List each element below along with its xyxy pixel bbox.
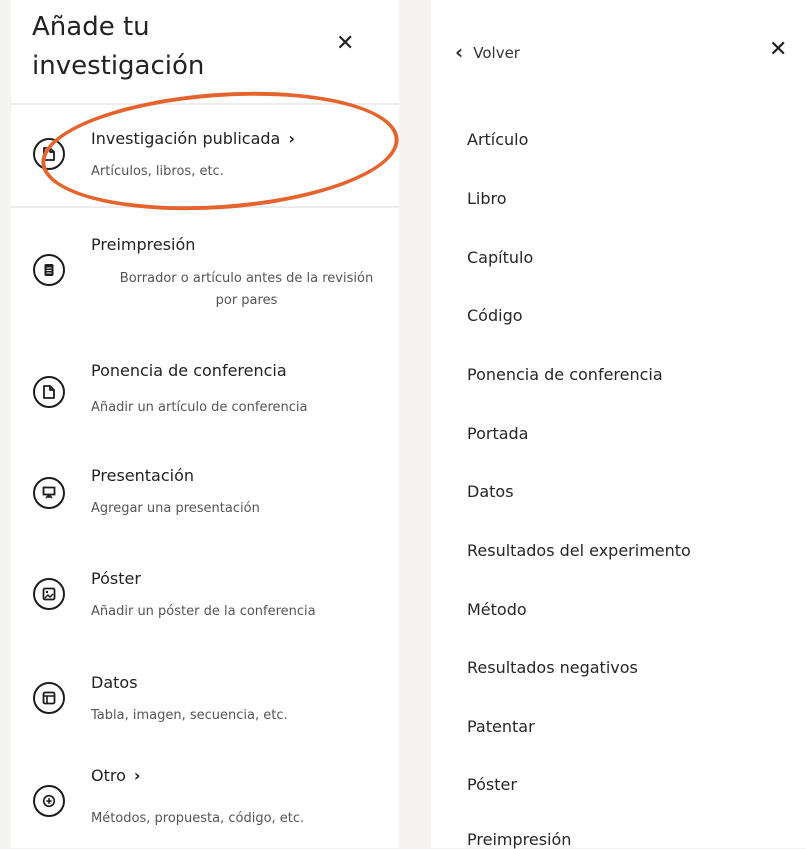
item-subtitle: Métodos, propuesta, código, etc.: [91, 811, 305, 826]
item-subtitle: Añadir un artículo de conferencia: [91, 400, 308, 415]
list-item-cover[interactable]: Portada: [467, 424, 528, 443]
item-preprint[interactable]: Preimpresión Borrador o artículo antes d…: [11, 232, 399, 318]
document-icon: [33, 138, 65, 170]
plus-circle-icon: [33, 785, 65, 817]
table-layout-icon: [33, 682, 65, 714]
item-poster[interactable]: Póster Añadir un póster de la conferenci…: [11, 568, 399, 638]
panel-title-line1: Añade tu: [32, 12, 150, 42]
item-subtitle: Agregar una presentación: [91, 501, 260, 516]
list-item-conference-paper[interactable]: Ponencia de conferencia: [467, 365, 663, 384]
chevron-right-icon: ›: [133, 766, 141, 785]
item-title: Presentación: [91, 466, 195, 485]
panel-title-line2: investigación: [32, 51, 205, 81]
clipboard-icon: [33, 254, 65, 286]
list-item-patent[interactable]: Patentar: [467, 717, 535, 736]
close-icon[interactable]: ✕: [336, 31, 354, 56]
item-subtitle: Añadir un póster de la conferencia: [91, 604, 316, 619]
list-item-code[interactable]: Código: [467, 306, 523, 325]
item-title: Datos: [91, 673, 138, 692]
item-presentation[interactable]: Presentación Agregar una presentación: [11, 463, 399, 533]
item-published-research[interactable]: Investigación publicada › Artículos, libr…: [11, 118, 399, 188]
item-other[interactable]: Otro › Métodos, propuesta, código, etc.: [11, 766, 399, 845]
item-title: Otro: [91, 766, 126, 785]
item-title: Preimpresión: [91, 235, 196, 254]
list-item-experiment-results[interactable]: Resultados del experimento: [467, 541, 691, 560]
back-label: Volver: [473, 44, 520, 62]
item-title: Investigación publicada: [91, 129, 281, 148]
panel-title: Añade tu investigación: [32, 8, 204, 86]
list-item-data[interactable]: Datos: [467, 482, 514, 501]
chevron-left-icon: ‹: [455, 40, 464, 64]
item-title: Póster: [91, 569, 141, 588]
item-conference-paper[interactable]: Ponencia de conferencia Añadir un artícu…: [11, 358, 399, 428]
image-icon: [33, 578, 65, 610]
list-item-negative-results[interactable]: Resultados negativos: [467, 658, 638, 677]
item-subtitle: Tabla, imagen, secuencia, etc.: [91, 708, 288, 723]
document-icon: [33, 376, 65, 408]
research-type-panel: ‹ Volver ✕ Artículo Libro Capítulo Código…: [431, 0, 806, 849]
chevron-right-icon: ›: [288, 129, 295, 148]
item-data[interactable]: Datos Tabla, imagen, secuencia, etc.: [11, 672, 399, 742]
add-research-panel: Añade tu investigación ✕ Investigación p…: [11, 0, 403, 848]
list-item-article[interactable]: Artículo: [467, 130, 528, 149]
list-item-method[interactable]: Método: [467, 600, 527, 619]
presentation-board-icon: [33, 477, 65, 509]
list-item-chapter[interactable]: Capítulo: [467, 248, 533, 267]
item-subtitle: Borrador o artículo antes de la revisión…: [119, 271, 374, 308]
list-item-poster[interactable]: Póster: [467, 775, 517, 794]
divider: [11, 103, 399, 105]
divider: [11, 206, 399, 208]
item-title: Ponencia de conferencia: [91, 361, 287, 380]
list-item-preprint[interactable]: Preimpresión: [467, 830, 571, 849]
back-button[interactable]: ‹ Volver: [455, 40, 520, 64]
close-icon[interactable]: ✕: [769, 37, 787, 62]
list-item-book[interactable]: Libro: [467, 189, 507, 208]
item-subtitle: Artículos, libros, etc.: [91, 164, 224, 179]
